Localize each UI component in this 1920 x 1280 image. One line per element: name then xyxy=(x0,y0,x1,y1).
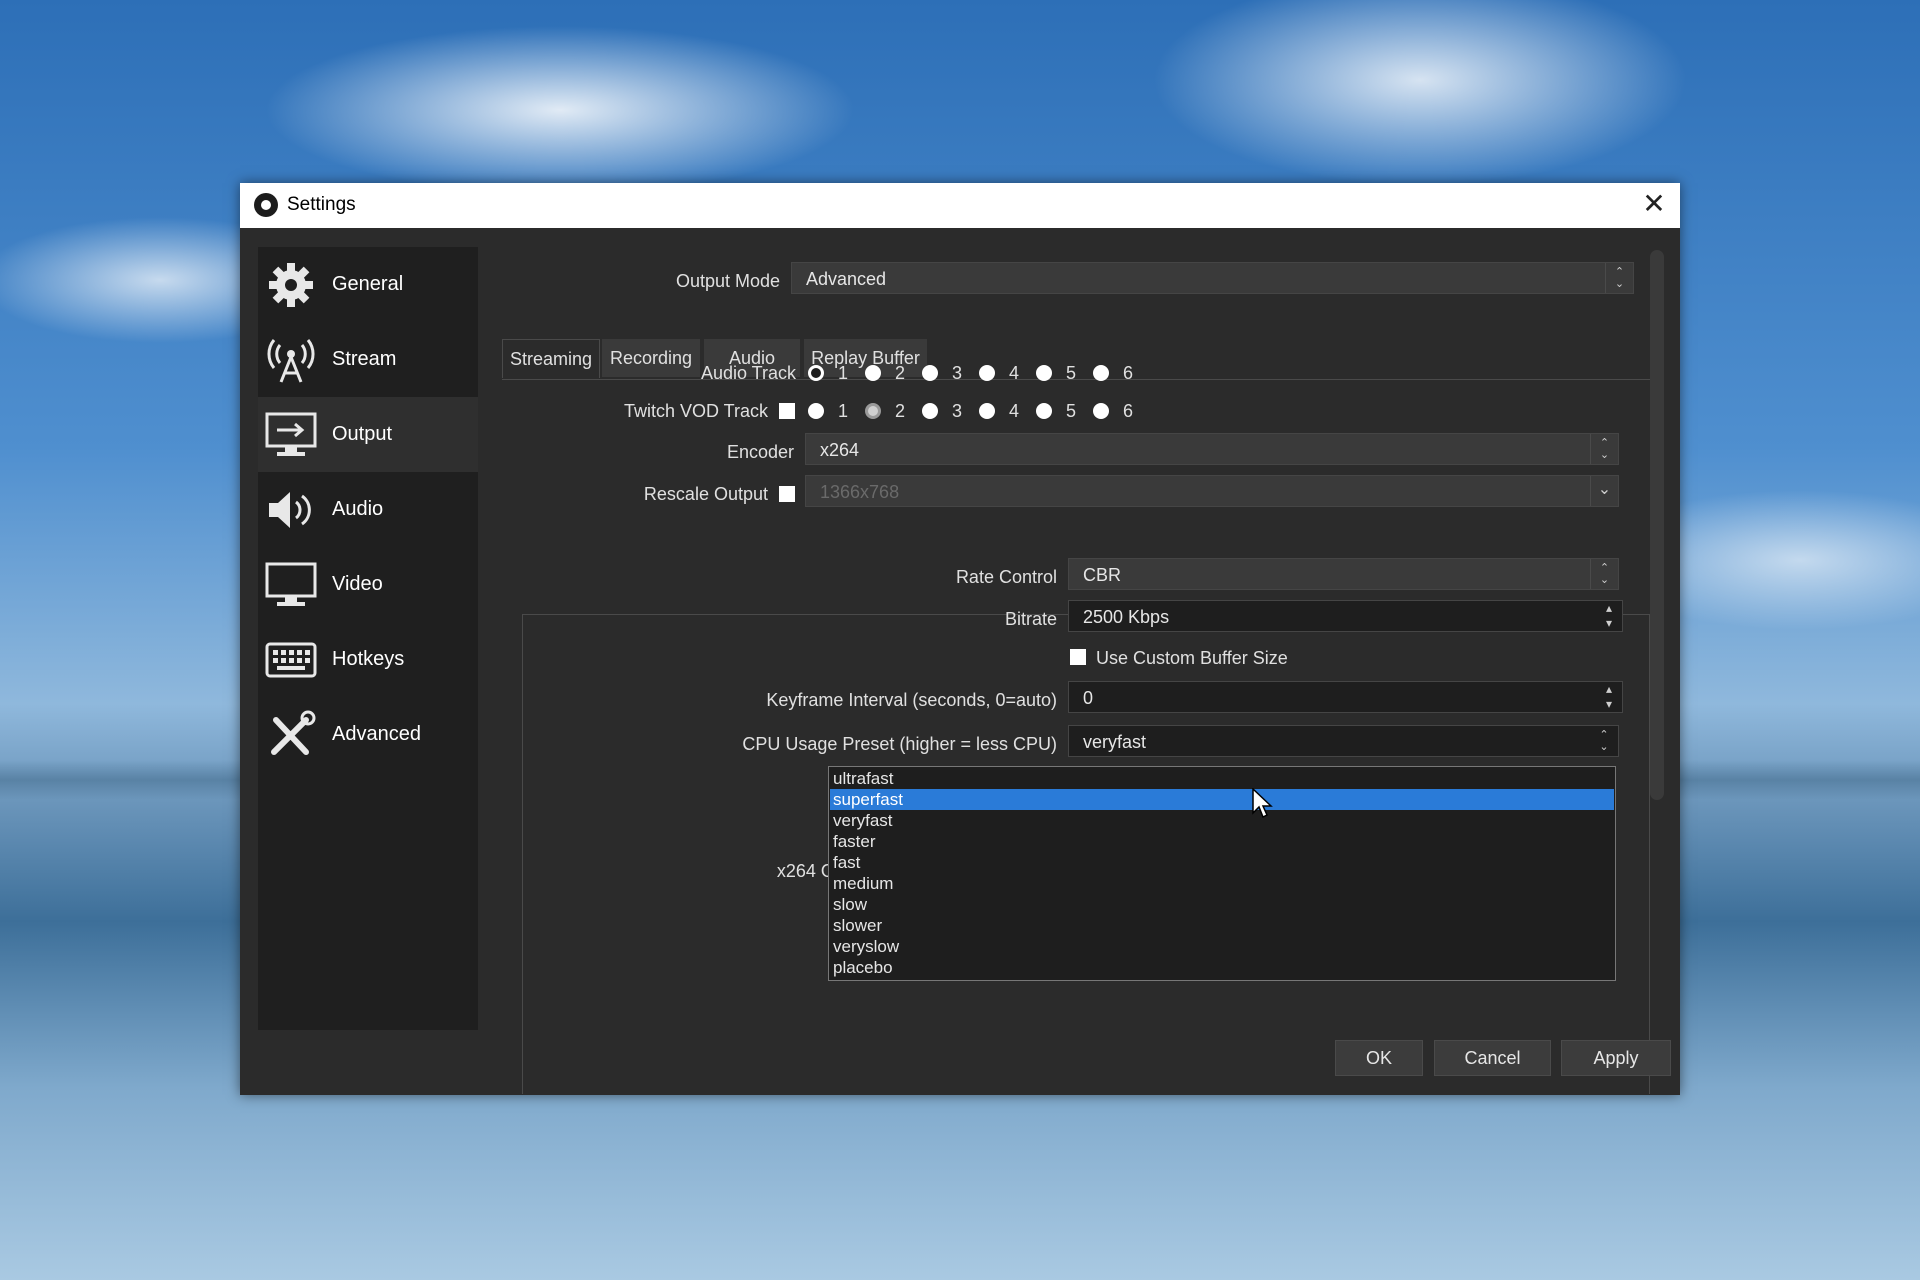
spin-arrows-icon[interactable]: ▴ ▾ xyxy=(1596,682,1622,714)
settings-sidebar: General Stream Output Audio Video Hotkey… xyxy=(258,247,478,1030)
encoder-select[interactable]: x264 ⌃ ⌄ xyxy=(805,433,1619,465)
list-item[interactable]: fast xyxy=(830,852,1614,873)
updown-arrows-icon: ⌃ ⌄ xyxy=(1605,263,1633,293)
list-item[interactable]: veryslow xyxy=(830,936,1614,957)
ok-button[interactable]: OK xyxy=(1335,1040,1423,1076)
updown-arrows-icon: ⌃ ⌄ xyxy=(1599,729,1609,753)
custom-buffer-label: Use Custom Buffer Size xyxy=(1096,648,1288,668)
updown-arrows-icon: ⌃ ⌄ xyxy=(1590,434,1618,464)
sidebar-item-audio[interactable]: Audio xyxy=(258,472,478,547)
cancel-button[interactable]: Cancel xyxy=(1434,1040,1551,1076)
keyframe-interval-label: Keyframe Interval (seconds, 0=auto) xyxy=(766,690,1057,710)
audio-track-radio-4[interactable] xyxy=(979,365,995,381)
tools-icon xyxy=(264,708,318,762)
audio-track-radio-3[interactable] xyxy=(922,365,938,381)
sidebar-item-label: Audio xyxy=(332,498,384,520)
cpu-preset-select[interactable]: veryfast ⌃ ⌄ xyxy=(1068,725,1619,757)
custom-buffer-checkbox[interactable] xyxy=(1070,649,1086,665)
list-item[interactable]: placebo xyxy=(830,957,1614,978)
sidebar-item-label: Advanced xyxy=(332,723,421,745)
cpu-preset-dropdown-list: ultrafast superfast veryfast faster fast… xyxy=(828,766,1616,981)
list-item[interactable]: slow xyxy=(830,894,1614,915)
output-mode-select[interactable]: Advanced ⌃ ⌄ xyxy=(791,262,1634,294)
window-title: Settings xyxy=(287,194,356,215)
sidebar-item-label: General xyxy=(332,273,404,295)
rescale-resolution-select[interactable]: 1366x768 ⌄ xyxy=(805,475,1619,507)
audio-track-label: Audio Track xyxy=(700,363,796,383)
twitch-vod-radio-6[interactable] xyxy=(1093,403,1109,419)
updown-arrows-icon: ⌃ ⌄ xyxy=(1590,559,1618,589)
output-mode-label: Output Mode xyxy=(675,271,780,291)
cpu-preset-label: CPU Usage Preset (higher = less CPU) xyxy=(742,734,1057,754)
audio-track-radio-6[interactable] xyxy=(1093,365,1109,381)
encoder-label: Encoder xyxy=(726,442,794,462)
twitch-vod-radio-1[interactable] xyxy=(808,403,824,419)
list-item[interactable]: faster xyxy=(830,831,1614,852)
sidebar-item-advanced[interactable]: Advanced xyxy=(258,697,478,772)
bitrate-spinbox[interactable]: 2500 Kbps ▴ ▾ xyxy=(1068,600,1623,632)
sidebar-item-video[interactable]: Video xyxy=(258,547,478,622)
twitch-vod-radio-2[interactable] xyxy=(865,403,881,419)
keyboard-icon xyxy=(264,633,318,687)
antenna-icon xyxy=(264,333,318,387)
obs-logo-icon xyxy=(254,193,278,217)
rescale-output-label: Rescale Output xyxy=(643,484,768,504)
audio-track-radio-5[interactable] xyxy=(1036,365,1052,381)
speaker-icon xyxy=(264,483,318,537)
mouse-cursor-icon xyxy=(1252,788,1273,819)
sidebar-item-general[interactable]: General xyxy=(258,247,478,322)
audio-track-radio-2[interactable] xyxy=(865,365,881,381)
spin-arrows-icon[interactable]: ▴ ▾ xyxy=(1596,601,1622,633)
rescale-output-checkbox[interactable] xyxy=(779,486,795,502)
title-bar: Settings ✕ xyxy=(240,183,1680,228)
keyframe-interval-spinbox[interactable]: 0 ▴ ▾ xyxy=(1068,681,1623,713)
sidebar-item-hotkeys[interactable]: Hotkeys xyxy=(258,622,478,697)
bitrate-label: Bitrate xyxy=(1004,609,1057,629)
list-item[interactable]: ultrafast xyxy=(830,768,1614,789)
sidebar-item-label: Hotkeys xyxy=(332,648,405,670)
twitch-vod-label: Twitch VOD Track xyxy=(623,401,768,421)
twitch-vod-radio-4[interactable] xyxy=(979,403,995,419)
list-item[interactable]: medium xyxy=(830,873,1614,894)
sidebar-item-stream[interactable]: Stream xyxy=(258,322,478,397)
twitch-vod-radio-5[interactable] xyxy=(1036,403,1052,419)
chevron-down-icon: ⌄ xyxy=(1590,476,1618,506)
rate-control-label: Rate Control xyxy=(955,567,1057,587)
settings-scrollbar[interactable] xyxy=(1650,250,1664,800)
output-icon xyxy=(264,408,318,462)
monitor-icon xyxy=(264,558,318,612)
close-button[interactable]: ✕ xyxy=(1638,189,1670,221)
rate-control-select[interactable]: CBR ⌃ ⌄ xyxy=(1068,558,1619,590)
apply-button[interactable]: Apply xyxy=(1561,1040,1671,1076)
twitch-vod-radio-3[interactable] xyxy=(922,403,938,419)
gear-icon xyxy=(264,258,318,312)
list-item-highlighted[interactable]: superfast xyxy=(830,789,1614,810)
sidebar-item-label: Stream xyxy=(332,348,397,370)
sidebar-item-label: Video xyxy=(332,573,383,595)
list-item[interactable]: slower xyxy=(830,915,1614,936)
sidebar-item-output[interactable]: Output xyxy=(258,397,478,472)
list-item[interactable]: veryfast xyxy=(830,810,1614,831)
twitch-vod-checkbox[interactable] xyxy=(779,403,795,419)
audio-track-radio-1[interactable] xyxy=(808,365,824,381)
sidebar-item-label: Output xyxy=(332,423,393,445)
